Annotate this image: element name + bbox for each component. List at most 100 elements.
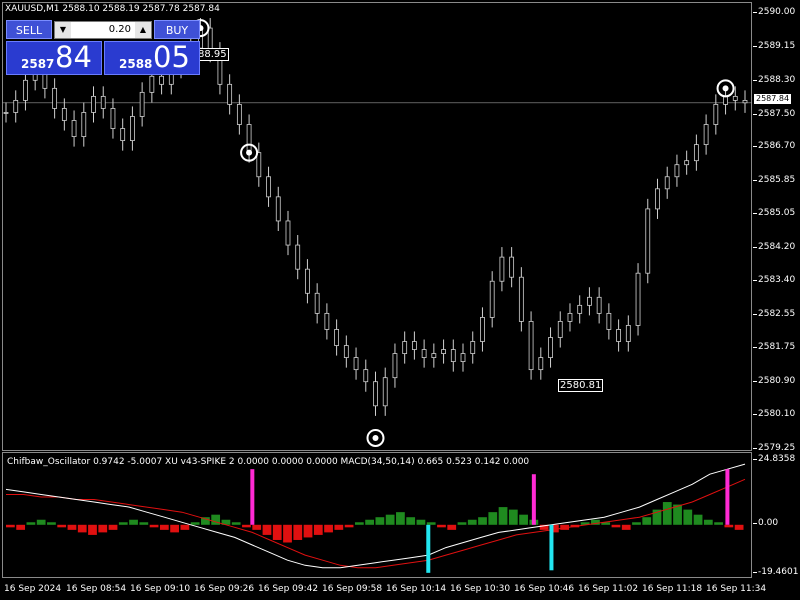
osc-histogram-bar (283, 524, 292, 543)
osc-histogram-bar (632, 522, 641, 525)
osc-main-line (5, 463, 746, 569)
spike-bar (250, 469, 255, 525)
osc-histogram-bar (118, 522, 128, 525)
candle-body (713, 104, 719, 125)
osc-histogram-bar (488, 512, 498, 525)
osc-histogram-bar (334, 524, 344, 530)
candle-body (275, 196, 281, 222)
osc-histogram-bar (611, 524, 621, 528)
osc-histogram-bar (406, 517, 416, 525)
osc-histogram-bar (365, 519, 374, 525)
osc-histogram-bar (47, 522, 56, 525)
osc-histogram-bar (57, 524, 67, 528)
osc-histogram-bar (303, 524, 313, 538)
candle-body (732, 95, 738, 101)
candle-body (314, 292, 320, 314)
sell-quote-pips: 84 (55, 40, 92, 74)
candle-body (159, 75, 164, 85)
price-tick: 2580.90 (752, 376, 796, 386)
osc-histogram-bar (190, 522, 200, 525)
buy-button[interactable]: BUY (154, 20, 200, 39)
osc-histogram-bar (139, 522, 149, 525)
candle-body (353, 357, 359, 371)
candle-body (285, 220, 291, 246)
osc-histogram-bar (416, 519, 426, 525)
lot-decrease-icon[interactable]: ▼ (55, 22, 71, 38)
osc-histogram-bar (478, 517, 487, 525)
osc-histogram-bar (437, 524, 446, 528)
candle-body (91, 95, 96, 113)
osc-histogram-bar (6, 524, 15, 528)
osc-histogram-bar (36, 519, 46, 525)
sell-quote[interactable]: 2587 84 (6, 40, 102, 75)
candle-body (363, 369, 369, 383)
osc-histogram-bar (498, 507, 508, 525)
candle-body (616, 329, 621, 342)
lot-size-value[interactable]: 0.20 (73, 22, 133, 38)
osc-histogram-bar (375, 517, 385, 525)
candle-body (334, 329, 340, 346)
price-axis: 2590.00 2589.15 2588.30 2587.50 2586.70 … (752, 0, 800, 578)
osc-histogram-bar (98, 524, 108, 533)
candle-body (3, 112, 9, 114)
osc-histogram-bar (129, 519, 138, 525)
candle-body (392, 353, 398, 379)
spike-bar (549, 524, 554, 571)
osc-histogram-bar (734, 524, 744, 530)
osc-histogram-bar (180, 524, 190, 530)
price-tick: 2580.10 (752, 409, 796, 419)
buy-quote-prefix: 2588 (119, 57, 153, 71)
candle-body (61, 108, 67, 121)
osc-histogram-bar (703, 519, 713, 525)
lot-increase-icon[interactable]: ▲ (135, 22, 151, 38)
candle-body (305, 268, 310, 294)
osc-histogram-bar (447, 524, 457, 530)
candle-body (518, 276, 524, 322)
time-tick: 16 Sep 10:30 (450, 584, 511, 594)
candle-body (528, 321, 534, 371)
sell-button[interactable]: SELL (6, 20, 52, 39)
candle-body (382, 377, 388, 407)
candle-body (499, 256, 505, 282)
osc-histogram-bar (252, 524, 262, 530)
candle-body (645, 208, 651, 274)
swing-marker-dot (246, 149, 253, 156)
osc-histogram-bar (88, 524, 97, 535)
candle-body (625, 325, 631, 342)
buy-quote[interactable]: 2588 05 (104, 40, 200, 75)
price-tick: 2587.50 (752, 109, 796, 119)
spike-bar (531, 474, 536, 525)
price-tick: 2589.15 (752, 41, 796, 51)
candle-body (110, 108, 116, 129)
osc-histogram-bar (262, 524, 272, 535)
osc-histogram-bar (231, 522, 241, 525)
chart-canvas (2, 18, 752, 573)
lot-size-input[interactable]: ▼ 0.20 ▲ (54, 21, 152, 39)
price-tick: 2585.85 (752, 175, 796, 185)
price-tick: 2581.75 (752, 342, 796, 352)
candle-body (324, 312, 330, 330)
osc-histogram-bar (149, 524, 159, 528)
candle-body (480, 317, 485, 342)
osc-histogram-bar (67, 524, 77, 530)
candle-body (266, 176, 271, 198)
candle-body (606, 312, 612, 330)
osc-histogram-bar (724, 524, 734, 528)
candle-body (343, 345, 349, 358)
candle-body (723, 95, 728, 105)
time-tick: 16 Sep 09:10 (130, 584, 191, 594)
time-tick: 16 Sep 10:14 (386, 584, 447, 594)
price-tick: 2583.40 (752, 275, 796, 285)
osc-histogram-bar (77, 524, 87, 533)
osc-histogram-bar (621, 524, 631, 530)
time-tick: 16 Sep 2024 (4, 584, 62, 594)
price-tick: 2586.70 (752, 141, 796, 151)
candle-body (402, 341, 408, 354)
one-click-trading-panel: SELL ▼ 0.20 ▲ BUY 2587 84 2588 05 (5, 20, 201, 76)
candle-body (664, 176, 670, 190)
candle-body (635, 272, 641, 326)
time-tick: 16 Sep 11:02 (578, 584, 639, 594)
osc-histogram-bar (508, 509, 518, 525)
osc-histogram-bar (467, 519, 477, 525)
osc-tick: 24.8358 (752, 454, 796, 464)
